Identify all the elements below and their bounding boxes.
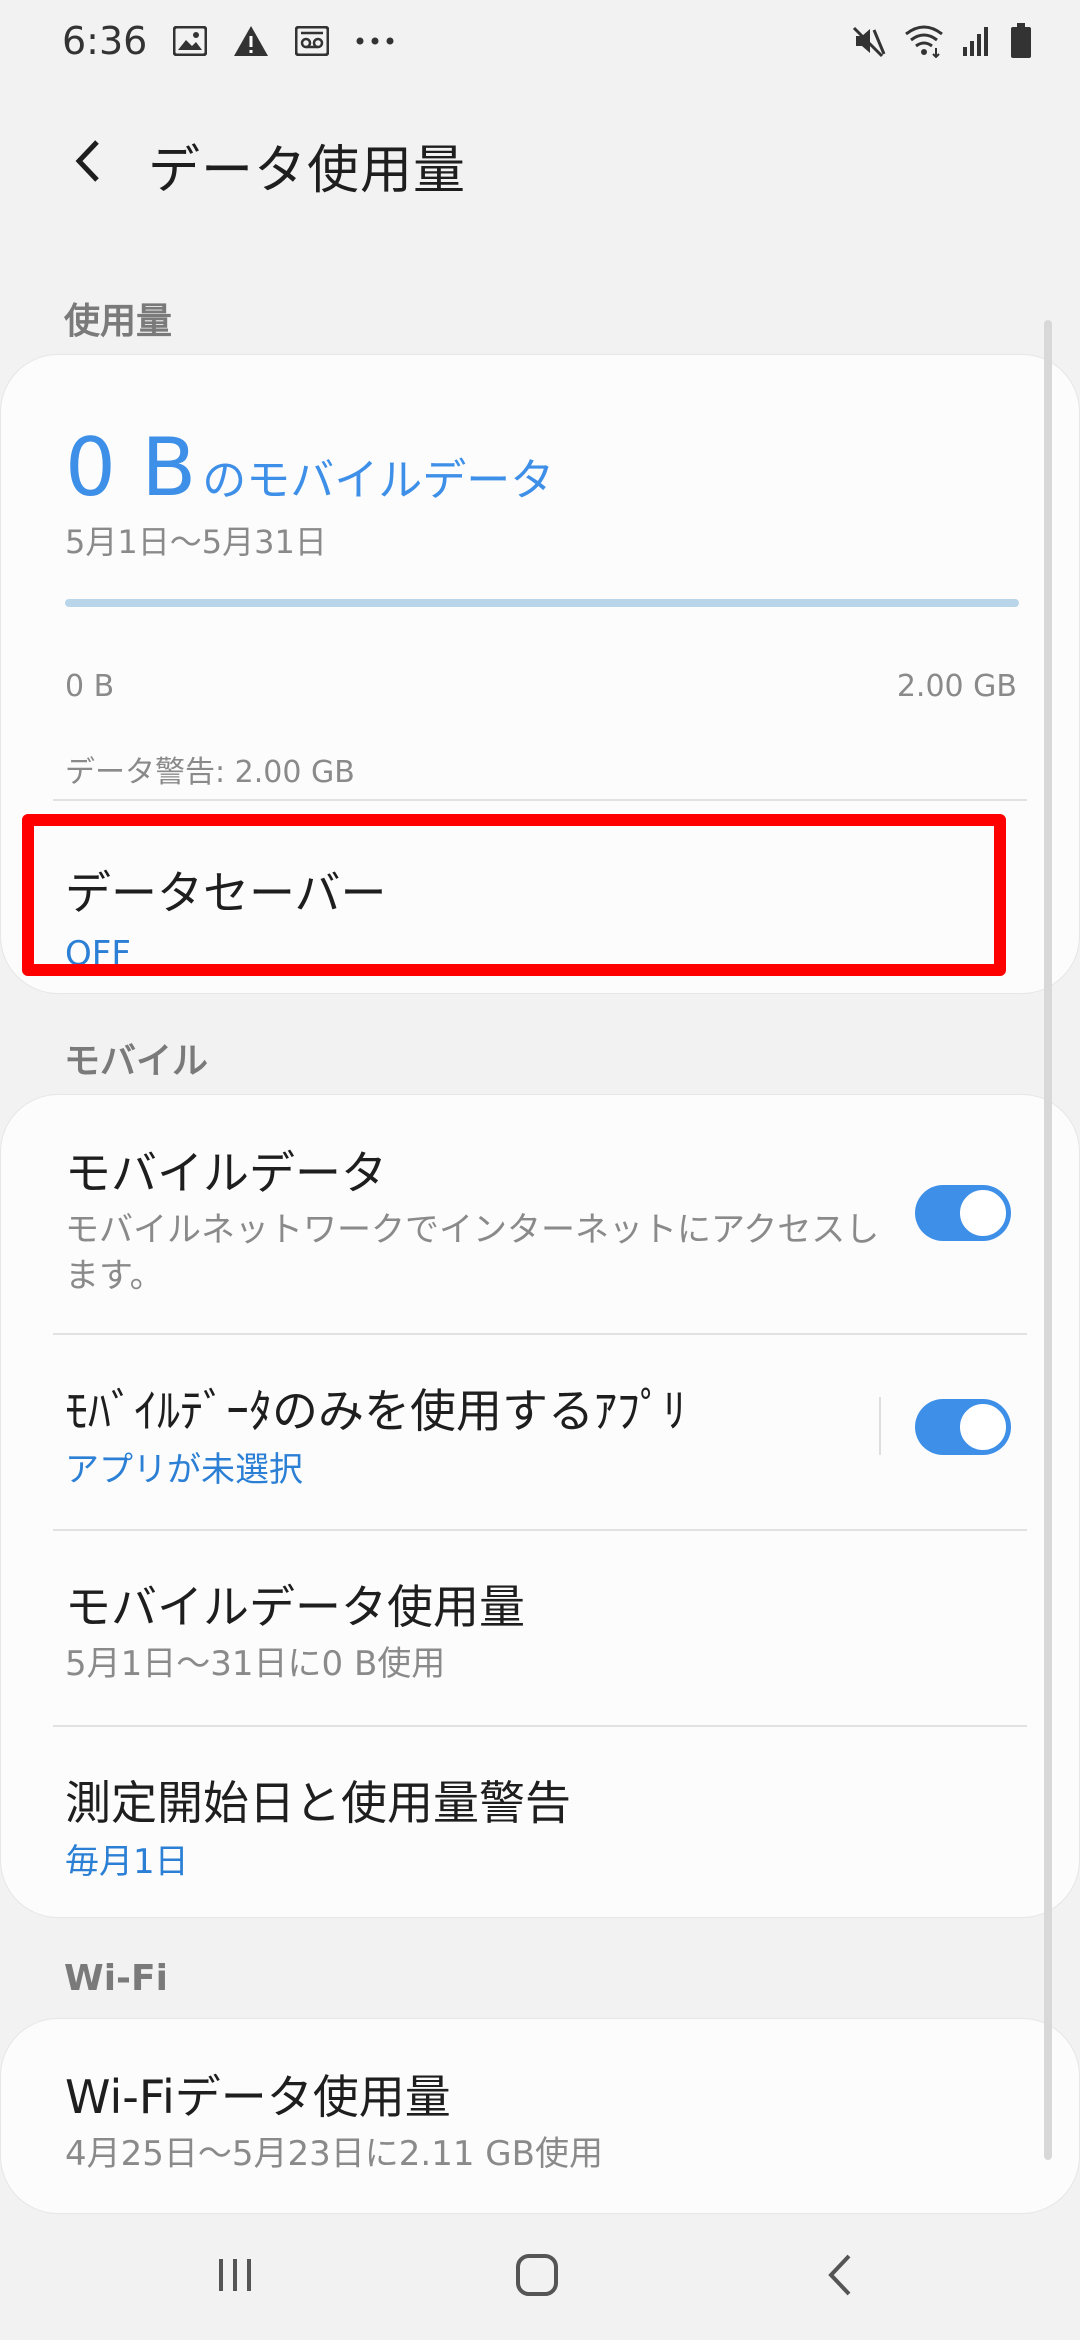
billing-cycle-item[interactable]: 測定開始日と使用量警告 毎月1日 <box>1 1727 1080 1919</box>
usage-period: 5月1日〜5月31日 <box>65 523 327 561</box>
home-icon <box>516 2254 558 2296</box>
mute-icon <box>852 24 886 58</box>
toggle-knob <box>957 1187 1009 1239</box>
wifi-data-usage-item[interactable]: Wi-Fiデータ使用量 4月25日〜5月23日に2.11 GB使用 <box>1 2019 1080 2215</box>
wifi-data-usage-sub: 4月25日〜5月23日に2.11 GB使用 <box>65 2134 603 2174</box>
home-button[interactable] <box>502 2240 572 2310</box>
recent-apps-icon <box>219 2259 251 2291</box>
usage-amount: 0 B のモバイルデータ <box>65 421 554 514</box>
usage-progress-bar <box>65 599 1019 607</box>
billing-cycle-sub: 毎月1日 <box>65 1842 189 1882</box>
usage-range-max: 2.00 GB <box>896 669 1017 704</box>
data-warning-label: データ警告: 2.00 GB <box>65 755 355 790</box>
section-header-usage: 使用量 <box>64 301 173 342</box>
mobile-only-apps-title: ﾓﾊﾞｲﾙﾃﾞｰﾀのみを使用するｱﾌﾟﾘ <box>65 1384 686 1438</box>
status-bar: 6:36 <box>0 0 1080 82</box>
billing-cycle-title: 測定開始日と使用量警告 <box>65 1776 571 1830</box>
back-nav-button[interactable] <box>806 2240 876 2310</box>
vertical-separator <box>879 1397 881 1455</box>
wifi-card: Wi-Fiデータ使用量 4月25日〜5月23日に2.11 GB使用 <box>0 2018 1080 2214</box>
wifi-icon <box>904 24 944 58</box>
voicemail-icon <box>295 26 330 56</box>
mobile-card: モバイルデータ モバイルネットワークでインターネットにアクセスします。 ﾓﾊﾞｲ… <box>0 1094 1080 1918</box>
scrollbar[interactable] <box>1044 320 1052 2160</box>
chevron-left-icon <box>75 140 99 182</box>
mobile-data-usage-title: モバイルデータ使用量 <box>65 1580 525 1634</box>
highlight-annotation <box>22 814 1006 976</box>
navigation-bar <box>0 2220 1080 2340</box>
toggle-knob <box>957 1401 1009 1453</box>
mobile-data-description: モバイルネットワークでインターネットにアクセスします。 <box>65 1210 880 1296</box>
mobile-only-apps-toggle[interactable] <box>915 1399 1011 1455</box>
warning-icon <box>233 25 269 57</box>
mobile-data-title: モバイルデータ <box>65 1146 387 1200</box>
usage-amount-suffix: のモバイルデータ <box>202 455 555 506</box>
status-time: 6:36 <box>62 19 148 63</box>
usage-range-min: 0 B <box>65 669 115 704</box>
image-icon <box>173 26 208 56</box>
section-header-mobile: モバイル <box>64 1041 209 1082</box>
status-left: 6:36 <box>62 19 395 63</box>
app-header: データ使用量 <box>0 110 1080 210</box>
page-title: データ使用量 <box>148 141 467 201</box>
back-button[interactable] <box>52 126 122 196</box>
wifi-data-usage-title: Wi-Fiデータ使用量 <box>65 2070 451 2124</box>
status-right <box>852 23 1032 59</box>
back-arrow-icon <box>828 2254 851 2296</box>
mobile-data-item[interactable]: モバイルデータ モバイルネットワークでインターネットにアクセスします。 <box>1 1095 1080 1333</box>
section-header-wifi: Wi-Fi <box>64 1958 168 1999</box>
usage-amount-value: 0 B <box>65 421 197 514</box>
mobile-only-apps-sub: アプリが未選択 <box>65 1450 303 1490</box>
mobile-data-usage-item[interactable]: モバイルデータ使用量 5月1日〜31日に0 B使用 <box>1 1531 1080 1725</box>
mobile-data-usage-sub: 5月1日〜31日に0 B使用 <box>65 1644 446 1684</box>
recent-apps-button[interactable] <box>200 2240 270 2310</box>
mobile-only-apps-item[interactable]: ﾓﾊﾞｲﾙﾃﾞｰﾀのみを使用するｱﾌﾟﾘ アプリが未選択 <box>1 1335 1080 1529</box>
more-icon <box>355 36 395 46</box>
signal-icon <box>962 25 992 57</box>
mobile-data-toggle[interactable] <box>915 1185 1011 1241</box>
battery-icon <box>1010 23 1032 59</box>
